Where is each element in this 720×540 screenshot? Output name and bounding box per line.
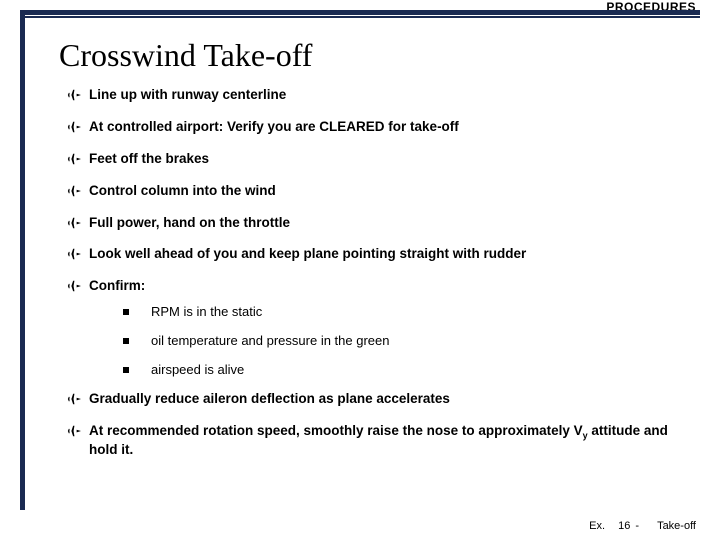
bullet-text: Control column into the wind <box>89 183 276 200</box>
bullet-text: Confirm: <box>89 278 145 295</box>
sub-item: oil temperature and pressure in the gree… <box>123 333 676 348</box>
slide-title: Crosswind Take-off <box>59 37 312 74</box>
bullet-text: Full power, hand on the throttle <box>89 215 290 232</box>
list-item: Confirm: <box>65 278 676 295</box>
footer: Ex. 16- Take-off <box>589 520 696 532</box>
airplane-icon <box>65 120 83 134</box>
content-area: Line up with runway centerline At contro… <box>65 87 676 459</box>
list-item: Control column into the wind <box>65 183 676 200</box>
airplane-icon <box>65 392 83 406</box>
list-item: At recommended rotation speed, smoothly … <box>65 423 676 459</box>
list-item: Line up with runway centerline <box>65 87 676 104</box>
list-item: Full power, hand on the throttle <box>65 215 676 232</box>
airplane-icon <box>65 216 83 230</box>
square-bullet-icon <box>123 338 129 344</box>
bullet-text: Look well ahead of you and keep plane po… <box>89 246 526 263</box>
sub-text: airspeed is alive <box>151 362 244 377</box>
square-bullet-icon <box>123 309 129 315</box>
sub-item: RPM is in the static <box>123 304 676 319</box>
sub-text: oil temperature and pressure in the gree… <box>151 333 389 348</box>
sub-text: RPM is in the static <box>151 304 262 319</box>
sub-item: airspeed is alive <box>123 362 676 377</box>
footer-ex: Ex. <box>589 520 605 532</box>
slide-frame: Crosswind Take-off Line up with runway c… <box>20 10 700 510</box>
bullet-text: At recommended rotation speed, smoothly … <box>89 423 676 459</box>
airplane-icon <box>65 279 83 293</box>
bullet-text: Feet off the brakes <box>89 151 209 168</box>
airplane-icon <box>65 88 83 102</box>
sub-list: RPM is in the static oil temperature and… <box>123 304 676 377</box>
list-item: Gradually reduce aileron deflection as p… <box>65 391 676 408</box>
airplane-icon <box>65 424 83 438</box>
airplane-icon <box>65 247 83 261</box>
airplane-icon <box>65 184 83 198</box>
footer-topic: Take-off <box>657 520 696 532</box>
footer-number: 16 <box>618 520 630 532</box>
bullet-text: At controlled airport: Verify you are CL… <box>89 119 459 136</box>
list-item: Look well ahead of you and keep plane po… <box>65 246 676 263</box>
square-bullet-icon <box>123 367 129 373</box>
bullet-text: Gradually reduce aileron deflection as p… <box>89 391 450 408</box>
airplane-icon <box>65 152 83 166</box>
bullet-text: Line up with runway centerline <box>89 87 286 104</box>
list-item: Feet off the brakes <box>65 151 676 168</box>
list-item: At controlled airport: Verify you are CL… <box>65 119 676 136</box>
